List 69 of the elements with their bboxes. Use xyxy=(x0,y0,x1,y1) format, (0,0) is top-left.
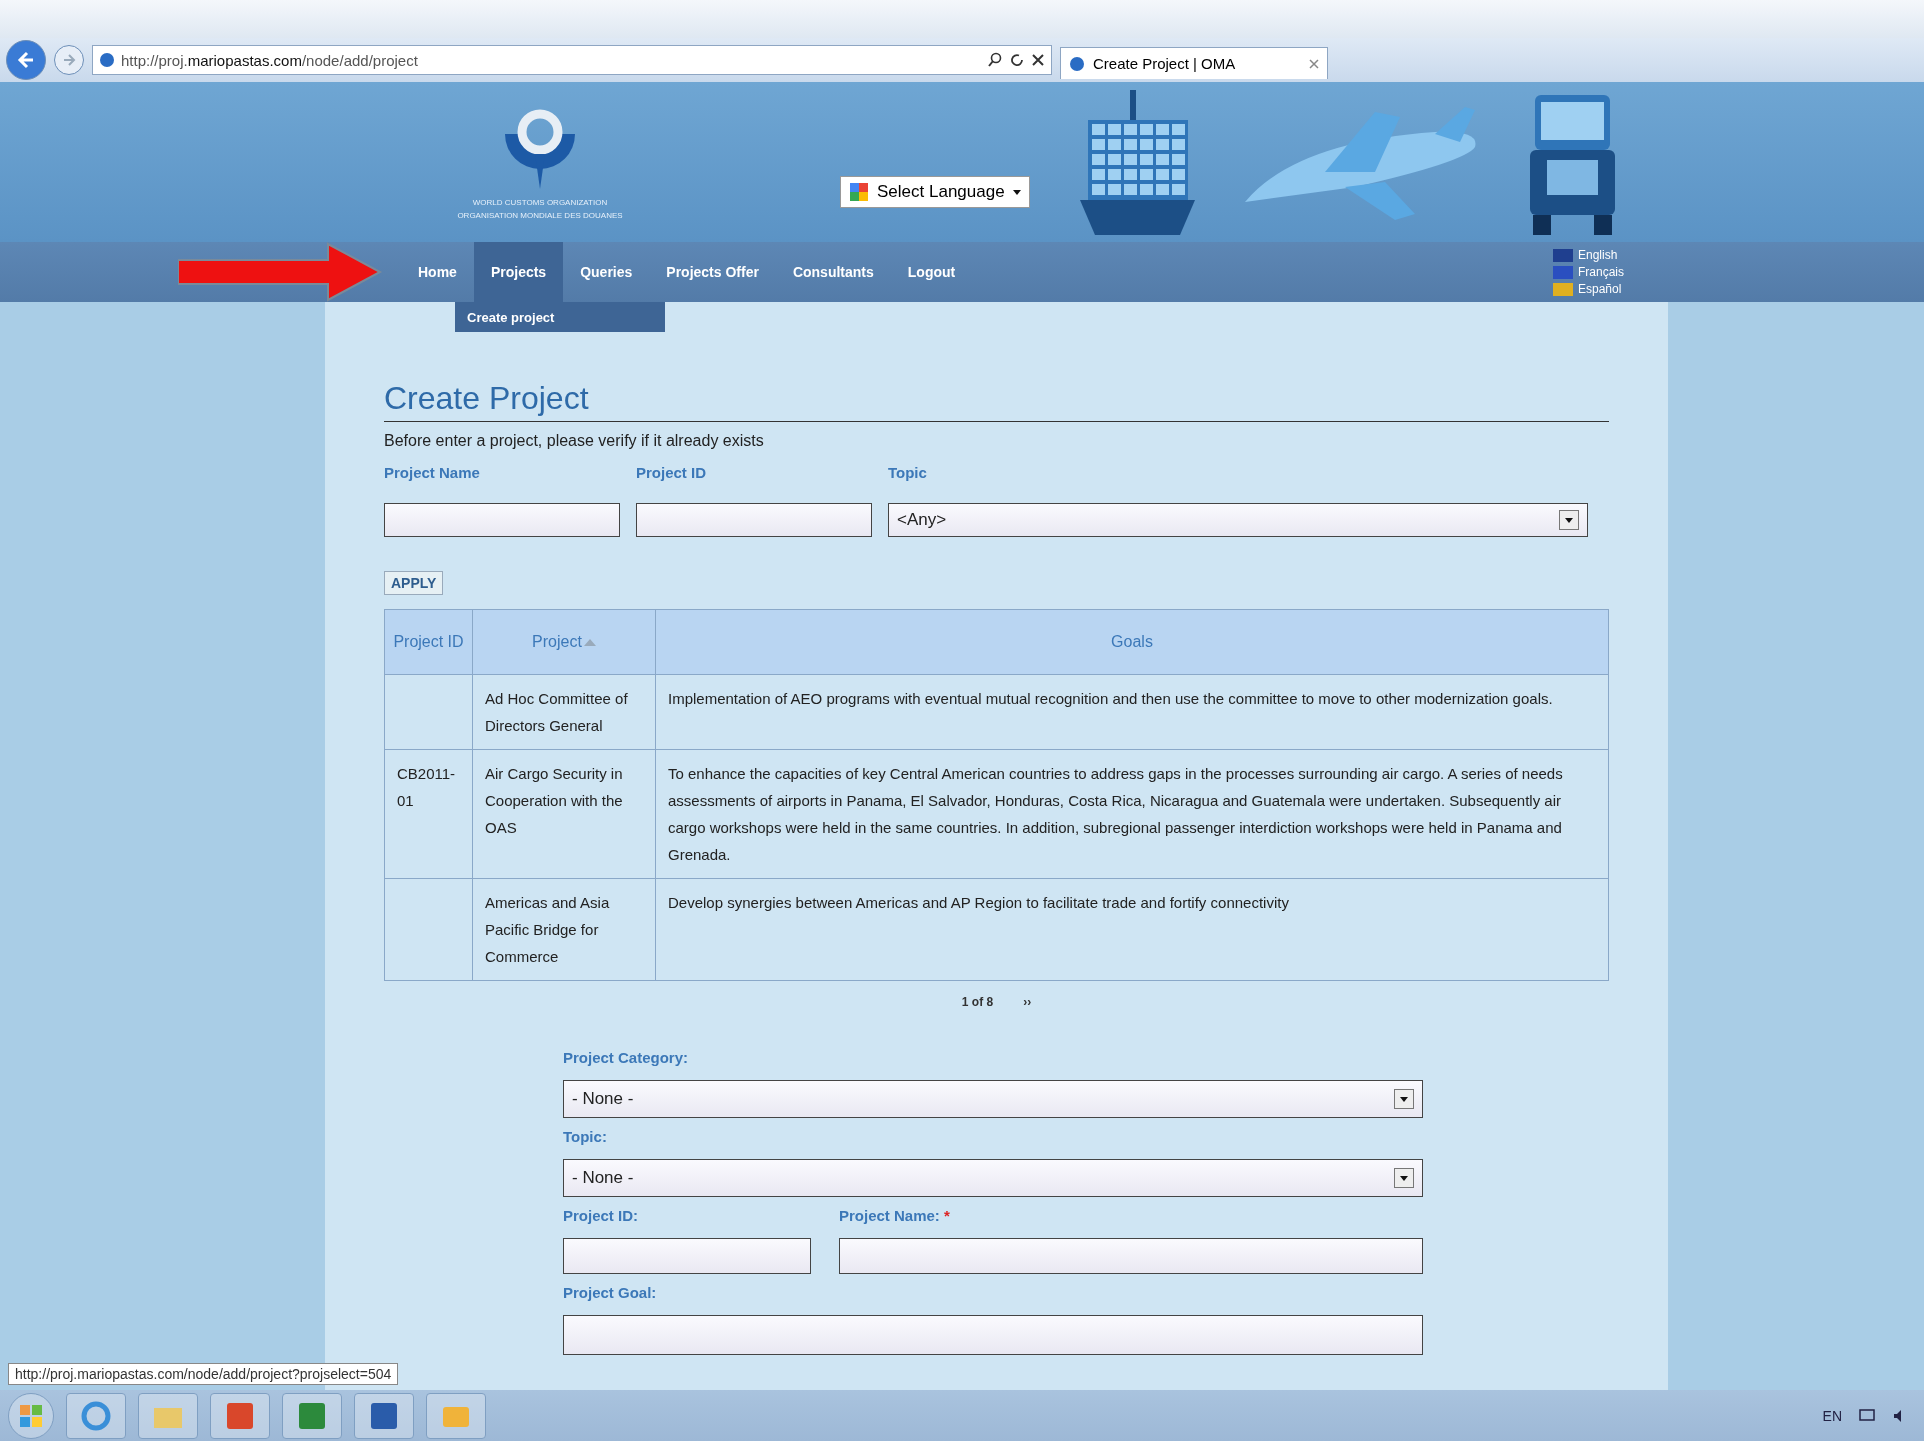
nav-link[interactable]: Projects xyxy=(473,242,564,302)
page-indicator: 1 of 8 xyxy=(961,995,994,1009)
document-icon xyxy=(369,1400,399,1431)
nav-link[interactable]: Logout xyxy=(890,242,973,302)
search-icon[interactable] xyxy=(987,52,1003,68)
close-icon[interactable] xyxy=(1031,53,1045,67)
table-cell: Air Cargo Security in Cooperation with the OAS xyxy=(472,749,656,879)
table-cell: Develop synergies between Americas and AP Region to facilitate trade and fortify connectivity xyxy=(655,878,1609,981)
status-url: http://proj.mariopastas.com/node/add/project?projselect=504 xyxy=(8,1363,399,1385)
apply-button[interactable]: APPLY xyxy=(384,571,444,595)
spreadsheet-icon xyxy=(297,1400,327,1431)
ring-icon xyxy=(80,1399,112,1432)
table-cell: Implementation of AEO programs with eventual mutual recognition and then use the committee to move to other modernization goals. xyxy=(655,674,1609,750)
text-input[interactable] xyxy=(839,1238,1423,1274)
page-icon xyxy=(99,52,115,68)
language-select[interactable]: Select Language xyxy=(840,176,1030,208)
intro-text: Before enter a project, please verify if it already exists xyxy=(384,432,765,450)
spreadsheet-taskbar-button[interactable] xyxy=(282,1392,342,1439)
table-cell: To enhance the capacities of key Central American countries to address gaps in the processes surrounding air cargo. A series of needs assessments of airports in Panama, El Salvador, Honduras, Costa Rica, Nicaragua and Guatemala were undertaken. Subsequently air cargo workshops were held in the same countries. In addition, subregional passenger interdiction workshops were held in Panama and Grenada. xyxy=(655,749,1609,879)
nav-link[interactable]: Queries xyxy=(563,242,650,302)
field-label: Topic: xyxy=(563,1128,608,1145)
dropdown-caret-icon xyxy=(1394,1089,1414,1109)
language-link[interactable]: Français xyxy=(1553,265,1624,279)
browser-tab[interactable]: Create Project | OMA xyxy=(1060,47,1328,79)
dropdown-caret-icon xyxy=(1559,510,1579,530)
dropdown-select[interactable]: - None - xyxy=(563,1159,1423,1197)
logo-text: ORGANISATION MONDIALE DES DOUANES xyxy=(457,211,623,220)
dropdown-caret-icon xyxy=(1394,1168,1414,1188)
page-title: Create Project xyxy=(384,380,1609,422)
nav-link[interactable]: Home xyxy=(401,242,474,302)
table-cell: Ad Hoc Committee of Directors General xyxy=(472,674,656,750)
next-page-link[interactable]: ›› xyxy=(1023,995,1032,1009)
field-label: Project Category: xyxy=(563,1049,690,1066)
field-label: Project Name: * xyxy=(839,1207,951,1224)
nav-link[interactable]: Consultants xyxy=(775,242,891,302)
column-header[interactable]: Project ID xyxy=(384,609,473,675)
column-header[interactable]: Goals xyxy=(655,609,1609,675)
filter-input[interactable] xyxy=(384,503,620,537)
filter-label: Project ID xyxy=(636,464,708,481)
field-label: Project Goal: xyxy=(563,1284,658,1301)
field-label: Project ID: xyxy=(563,1207,639,1224)
sort-icon xyxy=(583,639,596,647)
refresh-icon[interactable] xyxy=(1009,52,1025,68)
address-bar[interactable]: http://proj.mariopastas.com/node/add/project xyxy=(92,45,1052,75)
presentation-icon xyxy=(225,1400,255,1431)
language-link[interactable]: Español xyxy=(1553,282,1624,296)
nav-link[interactable]: Projects Offer xyxy=(649,242,776,302)
table-cell: CB2011-01 xyxy=(384,749,473,879)
dropdown-select[interactable]: - None - xyxy=(563,1080,1423,1118)
logo-text: WORLD CUSTOMS ORGANIZATION xyxy=(472,198,608,207)
network-icon[interactable] xyxy=(1858,1407,1876,1424)
submenu-item[interactable]: Create project xyxy=(455,302,665,332)
back-button[interactable] xyxy=(6,40,46,80)
table-cell: Americas and Asia Pacific Bridge for Commerce xyxy=(472,878,656,981)
start-button[interactable] xyxy=(8,1392,54,1439)
page-icon xyxy=(1069,55,1085,72)
text-input[interactable] xyxy=(563,1238,811,1274)
column-header[interactable]: Project xyxy=(472,609,656,675)
translate-icon xyxy=(849,182,869,202)
language-indicator[interactable]: EN xyxy=(1822,1407,1842,1424)
text-area[interactable] xyxy=(563,1315,1423,1355)
presentation-taskbar-button[interactable] xyxy=(210,1392,270,1439)
filter-label: Topic xyxy=(888,464,928,481)
topic-select[interactable]: <Any> xyxy=(888,503,1588,537)
forward-arrow-icon xyxy=(61,52,77,68)
language-link[interactable]: English xyxy=(1553,248,1624,262)
filter-label: Project Name xyxy=(384,464,481,481)
document-taskbar-button[interactable] xyxy=(354,1392,414,1439)
filter-input[interactable] xyxy=(636,503,872,537)
